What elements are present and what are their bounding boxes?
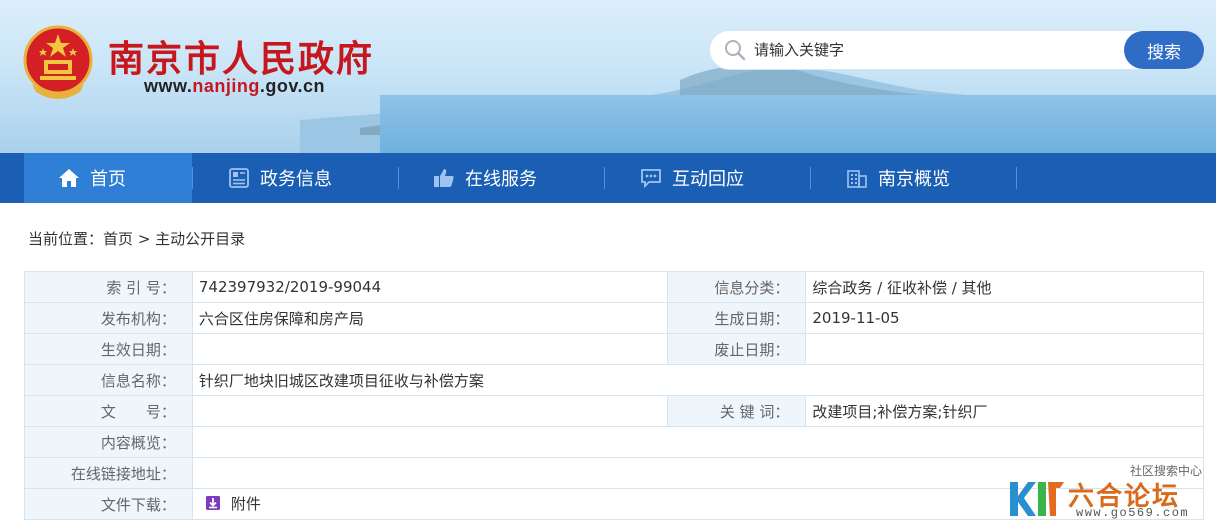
abolish-date-value	[805, 333, 1204, 365]
forum-watermark: 社区搜索中心 六合论坛 www.go569.com	[1006, 462, 1206, 522]
chat-icon	[641, 169, 661, 189]
nav-label: 互动回应	[672, 169, 744, 190]
online-link-label: 在线链接地址：	[24, 457, 193, 489]
home-icon	[59, 169, 79, 187]
lake-illustration	[380, 95, 1216, 153]
breadcrumb-prefix: 当前位置：	[28, 230, 104, 248]
download-icon	[205, 496, 220, 511]
doc-number-label: 文 号：	[24, 395, 193, 427]
effective-date-label: 生效日期：	[24, 333, 193, 365]
nav-label: 南京概览	[878, 169, 950, 190]
nav-divider	[398, 167, 399, 189]
keywords-value: 改建项目;补偿方案;针织厂	[805, 395, 1204, 427]
breadcrumb-current-link[interactable]: 主动公开目录	[155, 230, 245, 248]
main-nav: 首页 政务信息 在线服务 互动回应 南京概览	[0, 153, 1216, 203]
header-banner: 南京市人民政府 www.nanjing.gov.cn 搜索	[0, 0, 1216, 153]
info-name-value: 针织厂地块旧城区改建项目征收与补偿方案	[191, 364, 1205, 396]
publisher-value: 六合区住房保障和房产局	[191, 302, 669, 334]
nav-item-interaction[interactable]: 互动回应	[640, 153, 744, 203]
forum-logo-icon	[1010, 482, 1064, 516]
summary-value	[191, 426, 1205, 458]
nav-item-home[interactable]: 首页	[24, 153, 192, 203]
category-label: 信息分类：	[667, 271, 807, 303]
index-label: 索 引 号：	[24, 271, 193, 303]
breadcrumb-separator: >	[137, 230, 151, 248]
nav-item-nanjing-overview[interactable]: 南京概览	[846, 153, 950, 203]
index-value: 742397932/2019-99044	[191, 271, 669, 303]
nav-label: 首页	[90, 169, 126, 190]
thumbs-up-icon	[434, 169, 454, 187]
site-url-domain: nanjing	[192, 76, 260, 96]
search-icon	[725, 40, 746, 61]
national-emblem-logo	[23, 25, 93, 99]
category-value: 综合政务 / 征收补偿 / 其他	[805, 271, 1204, 303]
nav-item-gov-info[interactable]: 政务信息	[228, 153, 332, 203]
abolish-date-label: 废止日期：	[667, 333, 807, 365]
table-row: 发布机构： 六合区住房保障和房产局 生成日期： 2019-11-05	[24, 302, 1204, 334]
watermark-url: www.go569.com	[1076, 506, 1190, 520]
site-title: 南京市人民政府	[108, 39, 375, 80]
breadcrumb-home-link[interactable]: 首页	[103, 230, 133, 248]
summary-label: 内容概览：	[24, 426, 193, 458]
attachment-label: 附件	[230, 494, 261, 513]
created-date-label: 生成日期：	[667, 302, 807, 334]
effective-date-value	[191, 333, 669, 365]
table-row: 索 引 号： 742397932/2019-99044 信息分类： 综合政务 /…	[24, 271, 1204, 303]
search-button[interactable]: 搜索	[1124, 31, 1204, 69]
nav-divider	[810, 167, 811, 189]
created-date-value: 2019-11-05	[805, 302, 1204, 334]
doc-number-value	[191, 395, 669, 427]
table-row: 文 号： 关 键 词： 改建项目;补偿方案;针织厂	[24, 395, 1204, 427]
building-icon	[847, 170, 867, 188]
file-download-label: 文件下载：	[24, 488, 193, 520]
search-box: 搜索	[710, 31, 1204, 69]
site-url-suffix: .gov.cn	[259, 76, 326, 96]
table-row: 生效日期： 废止日期：	[24, 333, 1204, 365]
nav-label: 政务信息	[260, 169, 332, 190]
site-url: www.nanjing.gov.cn	[144, 76, 325, 97]
nav-divider	[192, 167, 193, 189]
attachment-link[interactable]: 附件	[199, 493, 261, 514]
keywords-label: 关 键 词：	[667, 395, 807, 427]
document-icon	[229, 168, 249, 188]
info-name-label: 信息名称：	[24, 364, 193, 396]
publisher-label: 发布机构：	[24, 302, 193, 334]
nav-divider	[604, 167, 605, 189]
search-input[interactable]	[754, 31, 1114, 69]
nav-label: 在线服务	[465, 169, 537, 190]
table-row: 信息名称： 针织厂地块旧城区改建项目征收与补偿方案	[24, 364, 1205, 396]
breadcrumb: 当前位置：首页 > 主动公开目录	[28, 228, 245, 249]
nav-divider	[1016, 167, 1017, 189]
nav-item-online-service[interactable]: 在线服务	[433, 153, 537, 203]
site-url-prefix: www.	[144, 76, 193, 96]
table-row: 内容概览：	[24, 426, 1205, 458]
